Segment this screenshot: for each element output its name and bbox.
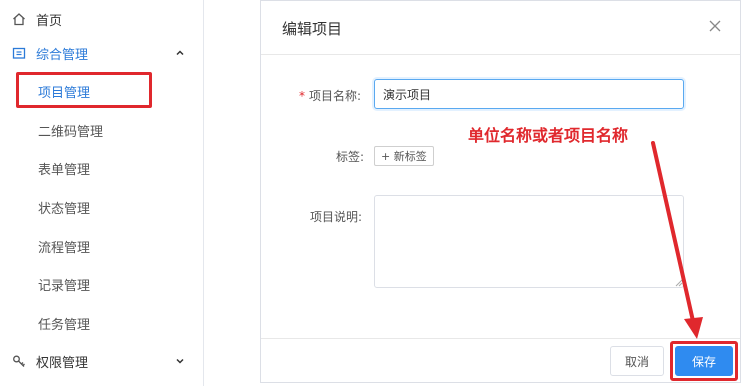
cancel-button[interactable]: 取消 — [610, 346, 664, 376]
sidebar-group-permissions[interactable]: 权限管理 — [0, 342, 203, 380]
sidebar-item-tasks[interactable]: 任务管理 — [0, 304, 203, 342]
sidebar-item-label: 二维码管理 — [38, 124, 104, 140]
add-tag-button[interactable]: + 新标签 — [374, 146, 434, 166]
dialog-title: 编辑项目 — [282, 20, 343, 38]
sidebar-item-forms[interactable]: 表单管理 — [0, 149, 203, 187]
sidebar-group-general[interactable]: 综合管理 — [0, 34, 203, 72]
description-textarea[interactable] — [374, 195, 684, 288]
sidebar-item-records[interactable]: 记录管理 — [0, 265, 203, 303]
sidebar-item-status[interactable]: 状态管理 — [0, 188, 203, 226]
project-name-input[interactable] — [374, 79, 684, 109]
sidebar-item-workflow[interactable]: 流程管理 — [0, 227, 203, 265]
close-icon[interactable] — [706, 17, 724, 35]
dialog-header: 编辑项目 — [261, 1, 740, 55]
footer-divider — [261, 338, 740, 339]
sidebar-item-label: 记录管理 — [38, 278, 91, 294]
sidebar: 首页 综合管理 项目管理 二维码管理 表单管理 状态管理 流程管理 记录管理 任… — [0, 0, 204, 386]
sidebar-item-label: 任务管理 — [38, 317, 91, 333]
sidebar-group-label: 综合管理 — [36, 47, 89, 63]
required-mark: * — [299, 89, 305, 103]
sidebar-group-label: 权限管理 — [36, 355, 89, 371]
annotation-text: 单位名称或者项目名称 — [468, 126, 629, 145]
project-name-label-text: 项目名称: — [309, 89, 362, 103]
chevron-up-icon — [175, 34, 185, 72]
project-name-label: * 项目名称: — [299, 87, 361, 104]
tags-label: 标签: — [336, 150, 365, 164]
annotation-arrow — [651, 141, 703, 339]
description-label: 项目说明: — [310, 210, 363, 224]
highlight-box — [16, 72, 152, 108]
sidebar-item-qrcode[interactable]: 二维码管理 — [0, 111, 203, 149]
save-highlight-box — [670, 341, 738, 381]
sidebar-item-label: 首页 — [36, 13, 63, 29]
edit-project-dialog: 编辑项目 * 项目名称: 单位名称或者项目名称 标签: + 新标签 项目说明: 取… — [260, 0, 741, 383]
key-icon — [12, 354, 26, 368]
sidebar-item-label: 表单管理 — [38, 162, 91, 178]
folder-icon — [12, 46, 26, 60]
chevron-down-icon — [175, 342, 185, 380]
sidebar-item-home[interactable]: 首页 — [0, 0, 203, 38]
sidebar-item-label: 状态管理 — [38, 201, 91, 217]
home-icon — [12, 12, 26, 26]
sidebar-item-label: 流程管理 — [38, 240, 91, 256]
resize-grip-icon[interactable] — [674, 278, 683, 287]
